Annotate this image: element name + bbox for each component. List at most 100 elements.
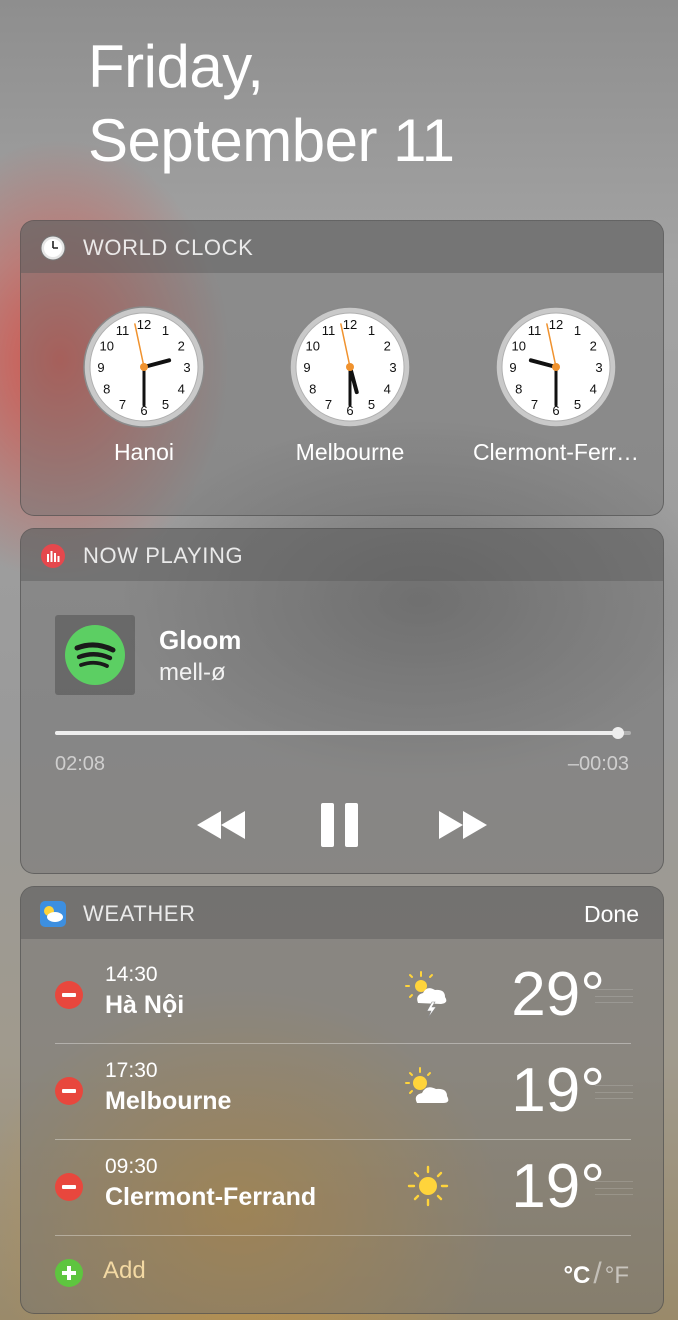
sunny-icon bbox=[407, 1165, 449, 1207]
clock-numeral: 4 bbox=[590, 382, 597, 397]
weather-header: WEATHER Done bbox=[21, 887, 663, 939]
clock-numeral: 3 bbox=[183, 360, 190, 375]
weather-row[interactable]: 17:30 Melbourne 19° bbox=[21, 1045, 663, 1141]
rewind-button[interactable] bbox=[195, 797, 251, 853]
done-button[interactable]: Done bbox=[584, 901, 639, 928]
clock-face-melbourne[interactable]: 1 2 3 4 5 6 7 8 9 10 11 12 bbox=[288, 305, 412, 429]
fast-forward-button[interactable] bbox=[435, 797, 491, 853]
add-location-button[interactable] bbox=[55, 1259, 83, 1287]
clock-center-cap bbox=[552, 363, 560, 371]
clock-numeral: 10 bbox=[512, 339, 526, 354]
clock-city-label: Hanoi bbox=[113, 439, 175, 465]
date-heading: Friday, September 11 bbox=[88, 30, 455, 178]
clock-numeral: 7 bbox=[119, 397, 126, 412]
clock-numeral: 2 bbox=[384, 339, 391, 354]
remove-location-button[interactable] bbox=[55, 1077, 83, 1105]
track-title: Gloom bbox=[159, 625, 242, 655]
clock-numeral: 9 bbox=[509, 360, 516, 375]
date-weekday: Friday, bbox=[88, 33, 264, 100]
clock-numeral: 10 bbox=[306, 339, 320, 354]
clock-numeral: 12 bbox=[343, 317, 357, 332]
unit-separator: / bbox=[593, 1257, 602, 1290]
weather-title: WEATHER bbox=[83, 901, 196, 926]
elapsed-time: 02:08 bbox=[55, 753, 106, 775]
clock-center-cap bbox=[346, 363, 354, 371]
clock-numeral: 8 bbox=[103, 382, 110, 397]
clock-numeral: 5 bbox=[368, 397, 375, 412]
date-day: September 11 bbox=[88, 107, 455, 174]
clock-numeral: 7 bbox=[325, 397, 332, 412]
temperature: 19° bbox=[511, 1152, 605, 1221]
clock-city-label: Clermont-Ferr… bbox=[472, 439, 640, 465]
clock-numeral: 1 bbox=[368, 323, 375, 338]
clock-numeral: 12 bbox=[549, 317, 563, 332]
fahrenheit-option[interactable]: °F bbox=[605, 1262, 629, 1289]
album-art[interactable] bbox=[55, 615, 135, 695]
partly-cloudy-icon bbox=[405, 1067, 449, 1103]
track-artist: mell-ø bbox=[159, 659, 226, 686]
weather-row[interactable]: 09:30 Clermont-Ferrand 19° bbox=[21, 1141, 663, 1237]
unit-toggle[interactable]: °C / °F bbox=[563, 1257, 629, 1291]
clock-icon bbox=[40, 235, 66, 261]
row-divider bbox=[55, 1235, 631, 1236]
clock-face-clermont-ferrand[interactable]: 1 2 3 4 5 6 7 8 9 10 11 12 bbox=[494, 305, 618, 429]
now-playing-widget: NOW PLAYING Gloom mell-ø 02:08 –00:03 bbox=[20, 528, 664, 874]
clock-numeral: 9 bbox=[97, 360, 104, 375]
celsius-option[interactable]: °C bbox=[563, 1262, 590, 1289]
now-playing-icon bbox=[41, 544, 65, 568]
clock-numeral: 10 bbox=[100, 339, 114, 354]
progress-bar[interactable] bbox=[55, 727, 631, 739]
location-name: Clermont-Ferrand bbox=[105, 1183, 317, 1211]
row-divider bbox=[55, 1139, 631, 1140]
now-playing-header[interactable]: NOW PLAYING bbox=[21, 529, 663, 581]
spotify-icon bbox=[65, 625, 125, 685]
progress-fill bbox=[55, 731, 618, 735]
clock-numeral: 7 bbox=[531, 397, 538, 412]
clock-numeral: 2 bbox=[178, 339, 185, 354]
clock-numeral: 5 bbox=[162, 397, 169, 412]
local-time: 14:30 bbox=[105, 963, 158, 986]
clock-numeral: 11 bbox=[322, 323, 336, 338]
clock-numeral: 4 bbox=[384, 382, 391, 397]
clock-numeral: 8 bbox=[515, 382, 522, 397]
clock-numeral: 8 bbox=[309, 382, 316, 397]
local-time: 09:30 bbox=[105, 1155, 158, 1178]
temperature: 19° bbox=[511, 1056, 605, 1125]
weather-app-icon bbox=[40, 901, 66, 927]
weather-widget: WEATHER Done 14:30 Hà Nội 29° 17:30 Melb… bbox=[20, 886, 664, 1314]
weather-row[interactable]: 14:30 Hà Nội 29° bbox=[21, 949, 663, 1045]
reorder-handle[interactable] bbox=[595, 1085, 633, 1099]
clock-numeral: 4 bbox=[178, 382, 185, 397]
temperature: 29° bbox=[511, 960, 605, 1029]
thunderstorm-sun-icon bbox=[405, 971, 447, 1019]
clock-numeral: 5 bbox=[574, 397, 581, 412]
remove-location-button[interactable] bbox=[55, 981, 83, 1009]
clock-numeral: 2 bbox=[590, 339, 597, 354]
clock-numeral: 1 bbox=[162, 323, 169, 338]
location-name: Hà Nội bbox=[105, 991, 185, 1019]
clock-center-cap bbox=[140, 363, 148, 371]
local-time: 17:30 bbox=[105, 1059, 158, 1082]
world-clock-title: WORLD CLOCK bbox=[83, 235, 254, 260]
add-location-label[interactable]: Add bbox=[103, 1257, 146, 1285]
clock-numeral: 11 bbox=[528, 323, 542, 338]
world-clock-widget: WORLD CLOCK 1 2 3 4 5 6 7 8 9 10 11 12 Hanoi 123456… bbox=[20, 220, 664, 516]
now-playing-title: NOW PLAYING bbox=[83, 543, 244, 568]
clock-numeral: 1 bbox=[574, 323, 581, 338]
clock-city-label: Melbourne bbox=[295, 439, 405, 465]
progress-knob[interactable] bbox=[611, 727, 624, 739]
location-name: Melbourne bbox=[105, 1087, 232, 1115]
clock-numeral: 3 bbox=[595, 360, 602, 375]
clock-numeral: 9 bbox=[303, 360, 310, 375]
world-clock-header[interactable]: WORLD CLOCK bbox=[21, 221, 663, 273]
reorder-handle[interactable] bbox=[595, 989, 633, 1003]
remaining-time: –00:03 bbox=[567, 753, 629, 775]
clock-numeral: 3 bbox=[389, 360, 396, 375]
remove-location-button[interactable] bbox=[55, 1173, 83, 1201]
clock-numeral: 11 bbox=[116, 323, 130, 338]
reorder-handle[interactable] bbox=[595, 1181, 633, 1195]
clock-face-hanoi[interactable]: 1 2 3 4 5 6 7 8 9 10 11 12 bbox=[82, 305, 206, 429]
row-divider bbox=[55, 1043, 631, 1044]
clock-numeral: 12 bbox=[137, 317, 151, 332]
pause-button[interactable] bbox=[315, 797, 365, 853]
